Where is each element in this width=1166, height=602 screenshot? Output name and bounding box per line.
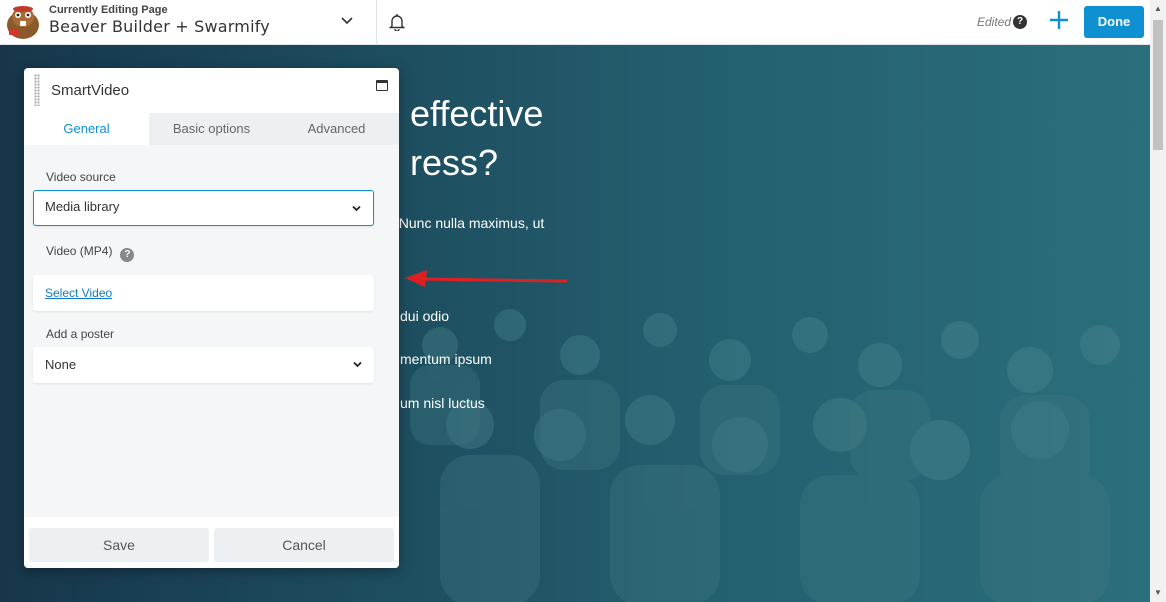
page-scrollbar[interactable]: ▲ ▼ — [1150, 0, 1166, 602]
divider — [376, 0, 377, 45]
scroll-thumb[interactable] — [1153, 20, 1163, 150]
video-picker: Select Video — [33, 275, 374, 311]
panel-body: Video source Media library Video (MP4)? … — [24, 145, 399, 517]
panel-title: SmartVideo — [51, 82, 130, 99]
editing-label: Currently Editing Page — [49, 4, 168, 16]
settings-panel: SmartVideo General Basic options Advance… — [24, 68, 399, 568]
hero-list-item: dui odio — [400, 308, 450, 324]
cancel-button[interactable]: Cancel — [214, 528, 394, 562]
chevron-down-icon — [352, 205, 361, 212]
video-source-value: Media library — [45, 199, 120, 214]
save-button[interactable]: Save — [29, 528, 209, 562]
grip-icon[interactable] — [34, 74, 40, 106]
beaver-logo-icon[interactable] — [4, 3, 42, 41]
chevron-down-icon[interactable] — [340, 14, 354, 28]
scroll-up-icon[interactable]: ▲ — [1154, 4, 1162, 13]
hero-list-item: um nisl luctus — [400, 395, 485, 411]
maximize-icon[interactable] — [376, 80, 388, 91]
help-icon[interactable]: ? — [120, 248, 135, 262]
poster-select[interactable]: None — [33, 347, 374, 383]
done-button[interactable]: Done — [1084, 6, 1144, 38]
video-mp4-label-text: Video (MP4) — [46, 244, 113, 258]
tab-general[interactable]: General — [24, 113, 149, 145]
tab-basic-options[interactable]: Basic options — [149, 113, 274, 145]
select-video-link[interactable]: Select Video — [45, 286, 112, 300]
scroll-down-icon[interactable]: ▼ — [1154, 588, 1162, 597]
top-bar: Currently Editing Page Beaver Builder + … — [0, 0, 1166, 45]
tab-advanced[interactable]: Advanced — [274, 113, 399, 145]
hero-list-item: mentum ipsum — [400, 351, 492, 367]
audience-image — [410, 309, 1120, 602]
bell-icon[interactable] — [388, 13, 406, 32]
panel-tabs: General Basic options Advanced — [24, 113, 399, 145]
video-source-label: Video source — [46, 170, 116, 184]
page-switcher[interactable]: Currently Editing Page Beaver Builder + … — [49, 4, 270, 37]
panel-footer: Save Cancel — [24, 517, 399, 568]
red-arrow-annotation — [405, 270, 568, 287]
video-source-select[interactable]: Media library — [33, 190, 374, 226]
poster-value: None — [45, 357, 77, 372]
poster-label: Add a poster — [46, 327, 115, 341]
video-mp4-label: Video (MP4)? — [46, 244, 135, 262]
page-name: Beaver Builder + Swarmify — [49, 17, 270, 36]
help-icon[interactable]: ? — [1013, 15, 1027, 29]
hero-heading-line1: effective — [410, 93, 544, 134]
hero-paragraph: it. Nunc nulla maximus, ut — [384, 215, 545, 231]
hero-heading-line2: ress? — [410, 142, 499, 183]
edited-status: Edited — [977, 15, 1012, 29]
plus-icon[interactable] — [1048, 9, 1070, 31]
chevron-down-icon — [353, 361, 362, 368]
